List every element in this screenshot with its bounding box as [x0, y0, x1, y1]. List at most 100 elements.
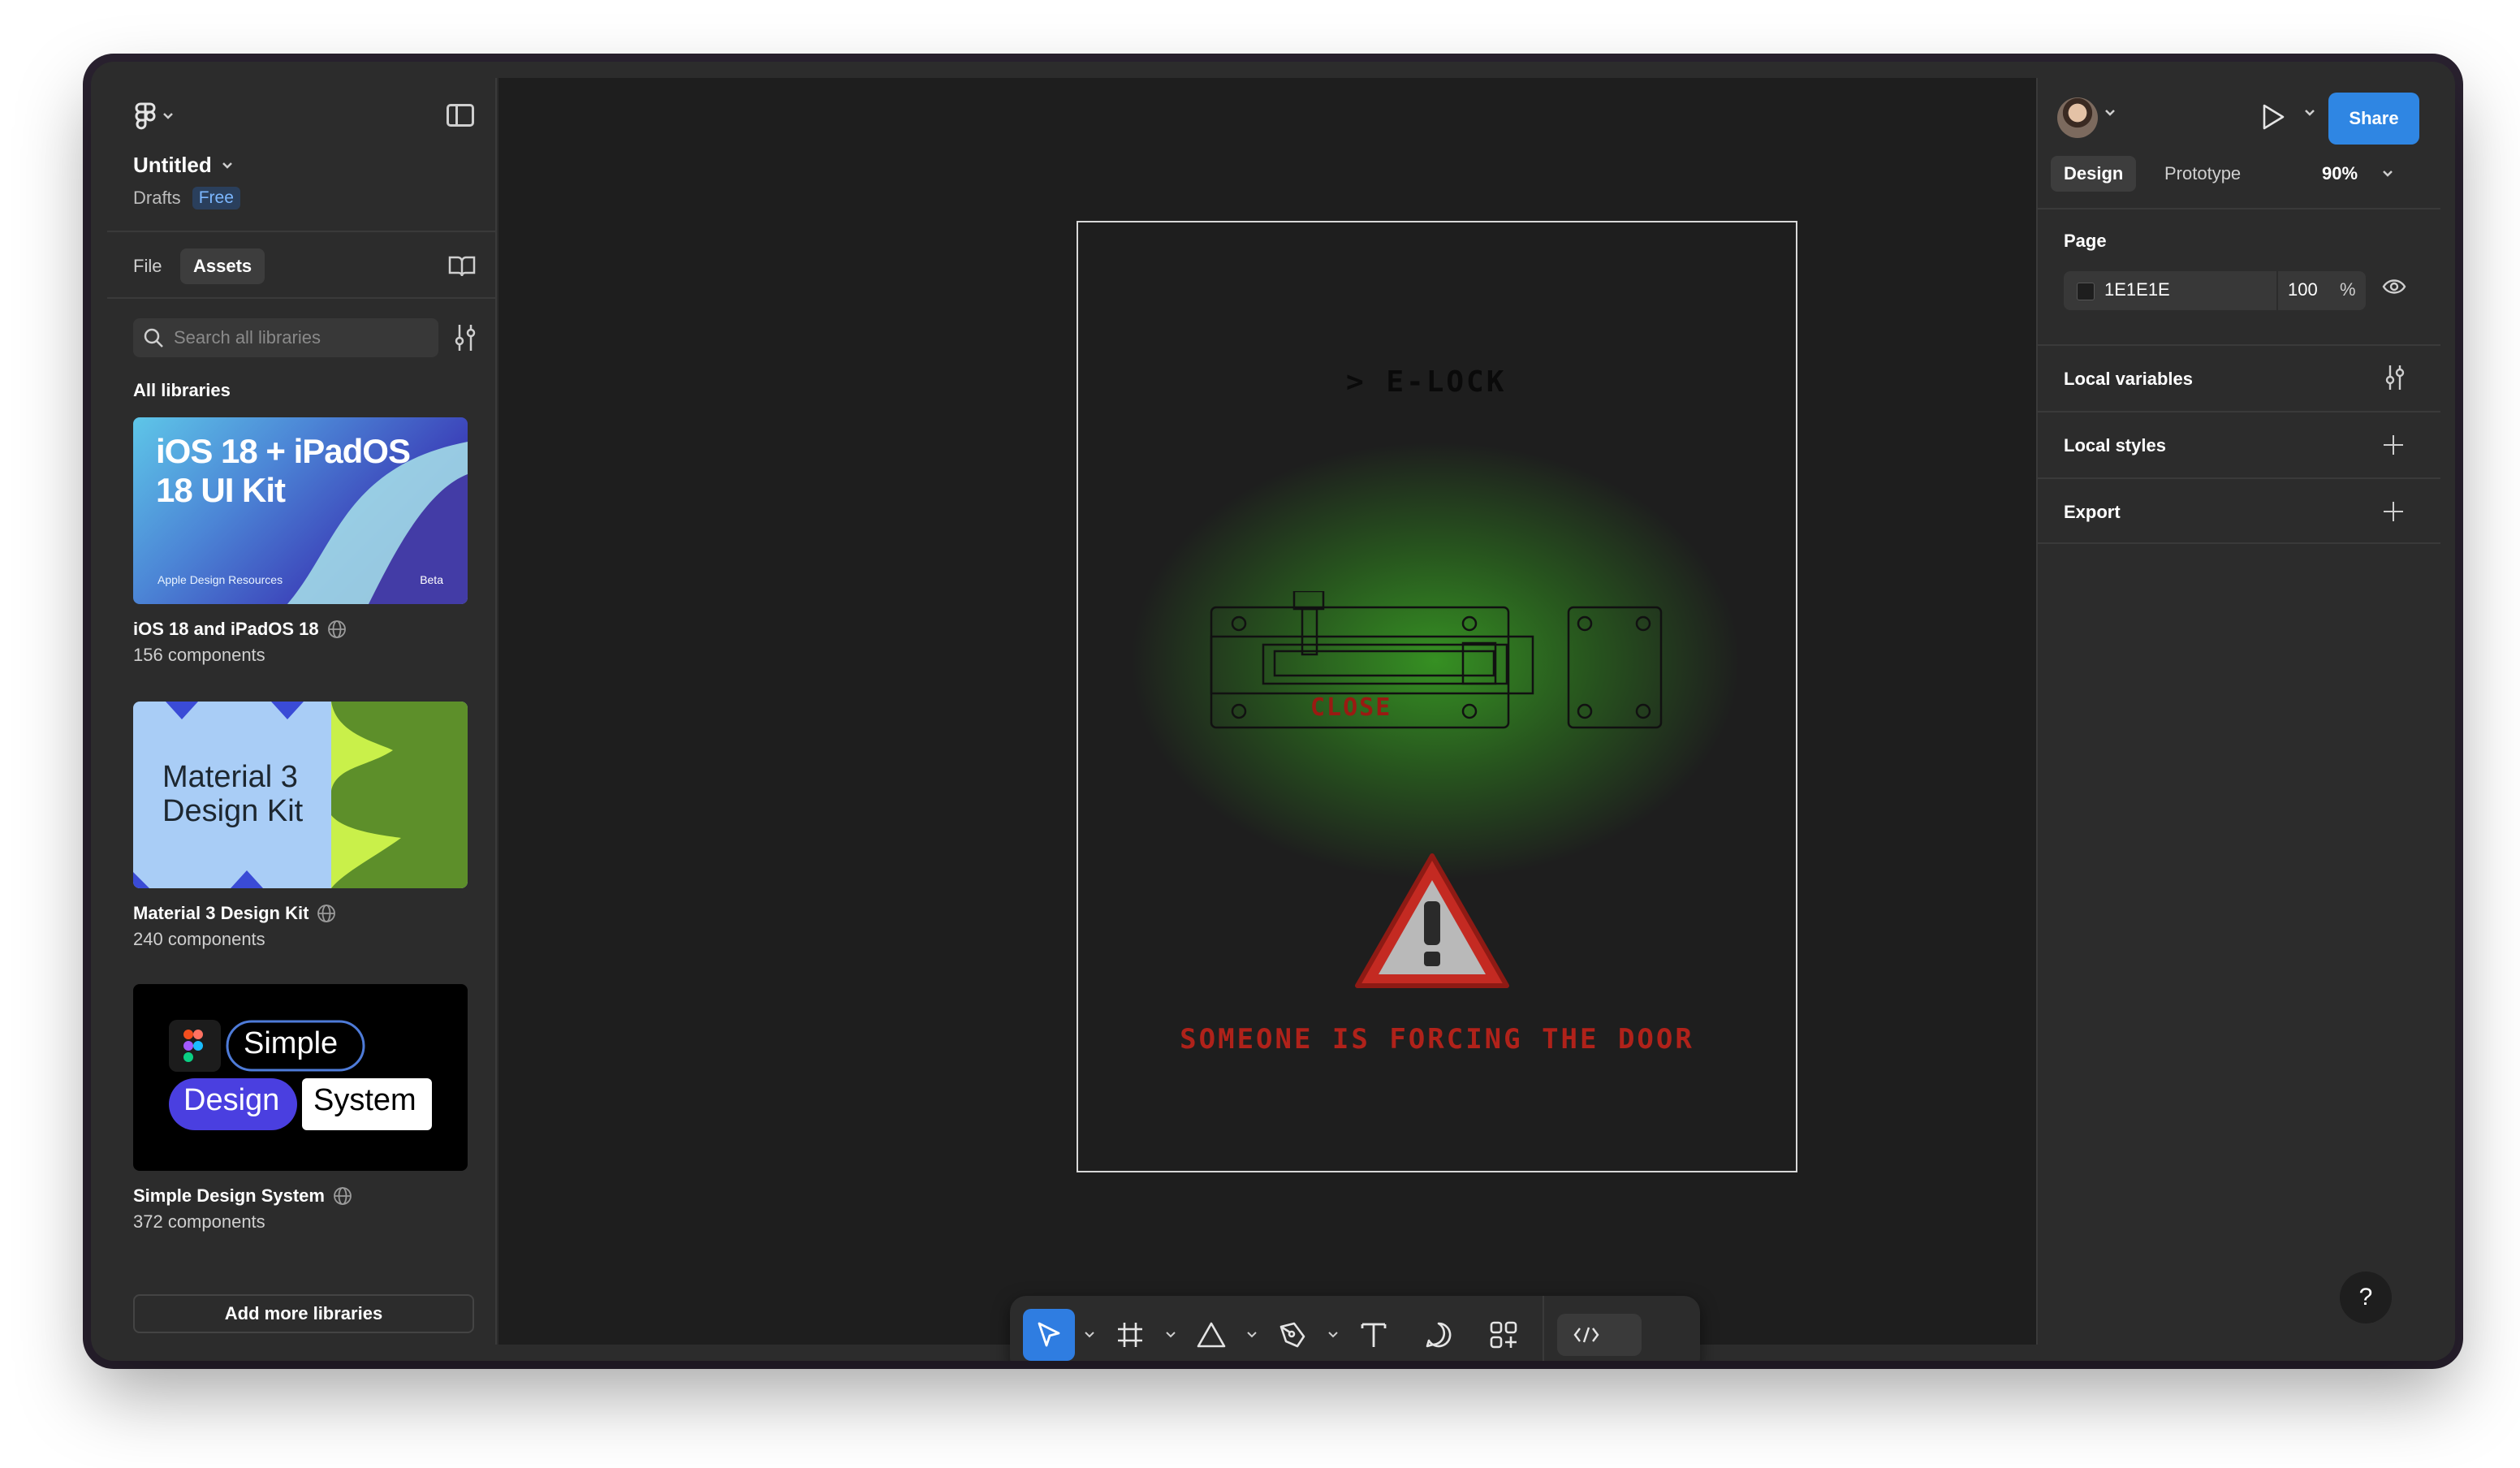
- local-styles-section[interactable]: Local styles: [2038, 411, 2440, 477]
- tab-file[interactable]: File: [120, 248, 175, 284]
- thumb-word-system: System: [313, 1083, 416, 1117]
- bottom-toolbar: [1010, 1296, 1700, 1361]
- comment-bubble-icon: [1426, 1322, 1452, 1348]
- plan-badge: Free: [192, 187, 240, 209]
- e-lock-frame[interactable]: > E-LOCK CLOSE SOMEONE IS FORCING THE DO…: [1077, 221, 1797, 1172]
- library-count: 372 components: [133, 1211, 265, 1232]
- right-panel: Share Design Prototype 90% Page 1E1E1E 1…: [2036, 78, 2440, 1345]
- add-more-libraries-button[interactable]: Add more libraries: [133, 1294, 474, 1333]
- shape-tool-caret[interactable]: [1237, 1309, 1266, 1361]
- opacity-unit: %: [2340, 279, 2356, 300]
- canvas[interactable]: > E-LOCK CLOSE SOMEONE IS FORCING THE DO…: [498, 78, 2036, 1361]
- components-plus-icon: [1490, 1321, 1517, 1349]
- library-thumbnail: iOS 18 + iPadOS 18 UI Kit Apple Design R…: [133, 417, 468, 604]
- frame-hash-icon: [1118, 1323, 1142, 1347]
- pen-tool-caret[interactable]: [1318, 1309, 1348, 1361]
- file-title[interactable]: Untitled: [133, 153, 233, 178]
- globe-icon: [334, 1187, 352, 1205]
- warning-triangle-icon: [1355, 853, 1509, 988]
- export-section[interactable]: Export: [2038, 477, 2440, 544]
- left-panel-tabs: File Assets: [107, 232, 497, 299]
- page-fill-input[interactable]: 1E1E1E 100 %: [2064, 271, 2366, 310]
- chevron-down-icon: [1247, 1332, 1257, 1338]
- thumb-badge: Beta: [420, 573, 443, 586]
- move-tool-caret[interactable]: [1075, 1309, 1104, 1361]
- fill-hex-value[interactable]: 1E1E1E: [2104, 279, 2170, 300]
- color-swatch[interactable]: [2077, 283, 2095, 300]
- sidebar-toggle-icon[interactable]: [447, 104, 474, 127]
- page-section: Page 1E1E1E 100 %: [2038, 208, 2440, 344]
- main-menu-button[interactable]: [133, 102, 174, 130]
- pen-tool-button[interactable]: [1266, 1309, 1318, 1361]
- library-card-material[interactable]: Material 3 Design Kit Material 3 Design …: [133, 702, 468, 950]
- present-play-icon[interactable]: [2260, 102, 2286, 132]
- frame-tool-button[interactable]: [1104, 1309, 1156, 1361]
- door-lock-icon: [1210, 591, 1663, 729]
- library-name-text: Simple Design System: [133, 1185, 325, 1206]
- dev-mode-toggle[interactable]: [1557, 1314, 1642, 1356]
- add-style-plus-icon[interactable]: [2384, 435, 2403, 455]
- frame-title: > E-LOCK: [1346, 365, 1507, 399]
- library-thumbnail: Simple Design System: [133, 984, 468, 1171]
- left-panel: Untitled Drafts Free File Assets All lib…: [107, 78, 497, 1345]
- filter-sliders-icon[interactable]: [451, 323, 479, 352]
- shape-tool-button[interactable]: [1185, 1309, 1237, 1361]
- user-avatar[interactable]: [2057, 97, 2098, 138]
- library-search[interactable]: [133, 318, 438, 357]
- library-count: 156 components: [133, 645, 265, 665]
- local-styles-title: Local styles: [2064, 435, 2166, 456]
- triangle-shape-icon: [1197, 1322, 1226, 1348]
- eye-visibility-icon[interactable]: [2382, 278, 2406, 296]
- help-button[interactable]: ?: [2340, 1272, 2392, 1323]
- code-brackets-icon: [1573, 1327, 1599, 1343]
- globe-icon: [317, 905, 336, 922]
- comment-tool-button[interactable]: [1413, 1309, 1465, 1361]
- library-book-icon[interactable]: [448, 255, 476, 278]
- library-card-simple[interactable]: Simple Design System Simple Design Syste…: [133, 984, 468, 1233]
- file-header: Untitled Drafts Free: [107, 78, 497, 232]
- chevron-down-icon[interactable]: [2304, 109, 2315, 117]
- text-t-icon: [1361, 1323, 1387, 1347]
- share-button[interactable]: Share: [2328, 93, 2419, 145]
- local-variables-section[interactable]: Local variables: [2038, 344, 2440, 411]
- zoom-dropdown[interactable]: 90%: [2322, 156, 2393, 192]
- library-name-text: Material 3 Design Kit: [133, 903, 309, 923]
- chevron-down-icon: [1085, 1332, 1094, 1338]
- zoom-level: 90%: [2322, 163, 2358, 184]
- library-thumbnail: Material 3 Design Kit: [133, 702, 468, 888]
- chevron-down-icon: [1328, 1332, 1338, 1338]
- cursor-arrow-icon: [1038, 1322, 1060, 1347]
- library-card-ios[interactable]: iOS 18 + iPadOS 18 UI Kit Apple Design R…: [133, 417, 468, 666]
- drafts-label[interactable]: Drafts: [133, 188, 181, 209]
- add-export-plus-icon[interactable]: [2384, 502, 2403, 521]
- thumb-footer: Apple Design Resources: [158, 573, 283, 586]
- local-variables-title: Local variables: [2064, 369, 2193, 389]
- move-tool-button[interactable]: [1023, 1309, 1075, 1361]
- tab-assets[interactable]: Assets: [180, 248, 265, 284]
- toolbar-divider: [1543, 1296, 1544, 1361]
- search-input[interactable]: [174, 327, 417, 348]
- thumb-word-design: Design: [183, 1083, 280, 1117]
- actions-tool-button[interactable]: [1478, 1309, 1530, 1361]
- variables-sliders-icon[interactable]: [2384, 364, 2406, 391]
- pen-nib-icon: [1279, 1322, 1305, 1348]
- chevron-down-icon: [222, 162, 232, 169]
- chevron-down-icon[interactable]: [2104, 109, 2116, 117]
- lock-state-label: CLOSE: [1310, 693, 1392, 722]
- frame-tool-caret[interactable]: [1156, 1309, 1185, 1361]
- fill-opacity-value[interactable]: 100: [2288, 279, 2318, 300]
- thumb-title: Material 3 Design Kit: [162, 760, 304, 828]
- chevron-down-icon: [2383, 171, 2393, 177]
- library-name-text: iOS 18 and iPadOS 18: [133, 619, 319, 639]
- library-name: iOS 18 and iPadOS 18: [133, 619, 468, 640]
- library-name: Material 3 Design Kit: [133, 903, 468, 924]
- text-tool-button[interactable]: [1348, 1309, 1400, 1361]
- figma-window: Untitled Drafts Free File Assets All lib…: [91, 62, 2455, 1361]
- thumb-title: iOS 18 + iPadOS 18 UI Kit: [156, 432, 411, 509]
- tab-design[interactable]: Design: [2051, 156, 2137, 192]
- tab-prototype[interactable]: Prototype: [2151, 156, 2254, 192]
- export-title: Export: [2064, 502, 2121, 522]
- chevron-down-icon: [1166, 1332, 1176, 1338]
- alert-message: SOMEONE IS FORCING THE DOOR: [1180, 1023, 1694, 1056]
- simple-design-system-logo: [169, 1020, 432, 1130]
